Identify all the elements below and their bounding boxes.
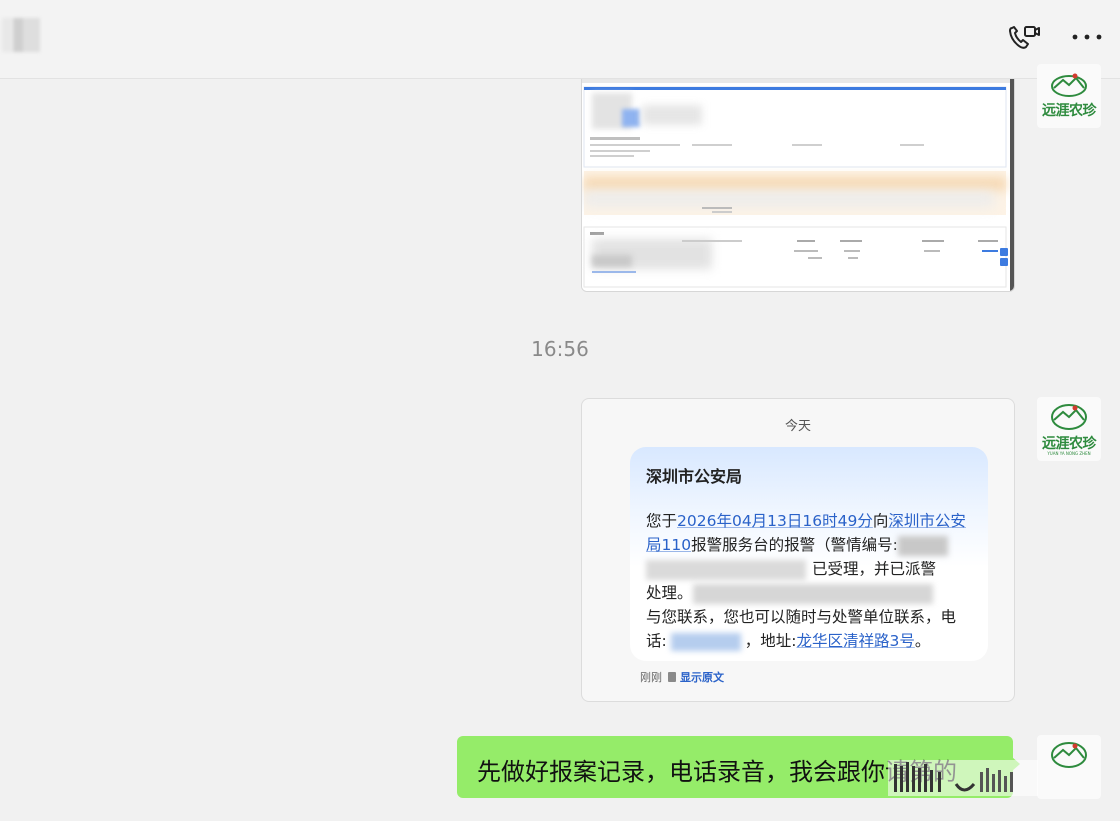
sms-date-label: 今天 xyxy=(784,419,811,434)
sms-text: 您于 xyxy=(646,512,678,530)
brand-logo-icon xyxy=(1051,73,1087,97)
my-avatar[interactable]: 远涯农珍 YUAN YA NONG ZHEN xyxy=(1037,397,1101,461)
screenshot-thumbnail xyxy=(582,79,1014,291)
outgoing-message-text: 先做好报案记录，电话录音，我会跟你请第的 xyxy=(477,758,957,786)
sms-text: ，地址: xyxy=(744,632,797,650)
sms-screenshot-message[interactable]: 今天 深圳市公安局 您于2026年04月13日16时49分向深圳市公安局110报… xyxy=(581,398,1015,702)
redacted-block xyxy=(692,583,933,604)
message-timestamp: 16:56 xyxy=(531,337,589,361)
sms-text: 已受理，并已派警 xyxy=(812,560,937,578)
sms-text: 报警服务台的报警（警情编号: xyxy=(691,536,898,554)
my-avatar[interactable] xyxy=(1037,735,1101,799)
sms-sender: 深圳市公安局 xyxy=(646,467,743,486)
contact-avatar[interactable] xyxy=(2,18,40,52)
video-call-icon xyxy=(1009,26,1040,49)
sms-bubble: 深圳市公安局 您于2026年04月13日16时49分向深圳市公安局110报警服务… xyxy=(630,447,988,661)
video-call-button[interactable] xyxy=(1006,22,1042,52)
chat-header xyxy=(0,0,1120,79)
more-options-button[interactable] xyxy=(1068,22,1106,52)
sms-text: 处理。 xyxy=(646,584,693,602)
sms-text: 与您联系，您也可以随时与处警单位联系，电 xyxy=(646,608,957,626)
more-icon xyxy=(1072,34,1102,40)
redacted-block xyxy=(897,535,948,556)
sms-text: 话: xyxy=(646,632,667,650)
my-avatar[interactable]: 远涯农珍 xyxy=(1037,64,1101,128)
brand-logo-icon xyxy=(1051,742,1087,768)
brand-name: 远涯农珍 xyxy=(1042,436,1097,452)
brand-logo-icon xyxy=(1051,404,1087,430)
watermark-logo xyxy=(888,760,1038,796)
sms-body: 您于2026年04月13日16时49分向深圳市公安局110报警服务台的报警（警情… xyxy=(646,509,976,653)
sms-footer-time: 刚刚 xyxy=(640,671,662,684)
image-message[interactable] xyxy=(581,79,1015,292)
brand-name: 远涯农珍 xyxy=(1042,103,1097,119)
sms-text: 向 xyxy=(872,512,889,530)
document-icon xyxy=(668,672,676,682)
brand-subtitle: YUAN YA NONG ZHEN xyxy=(1047,451,1091,456)
redacted-block xyxy=(646,559,806,580)
sms-text: 。 xyxy=(914,632,931,650)
redacted-phone xyxy=(670,632,741,651)
show-original-link[interactable]: 显示原文 xyxy=(680,671,724,684)
sms-datetime-link[interactable]: 2026年04月13日16时49分 xyxy=(677,512,873,530)
sms-address-link[interactable]: 龙华区清祥路3号 xyxy=(796,632,914,650)
sms-footer: 刚刚 显示原文 xyxy=(640,669,724,685)
